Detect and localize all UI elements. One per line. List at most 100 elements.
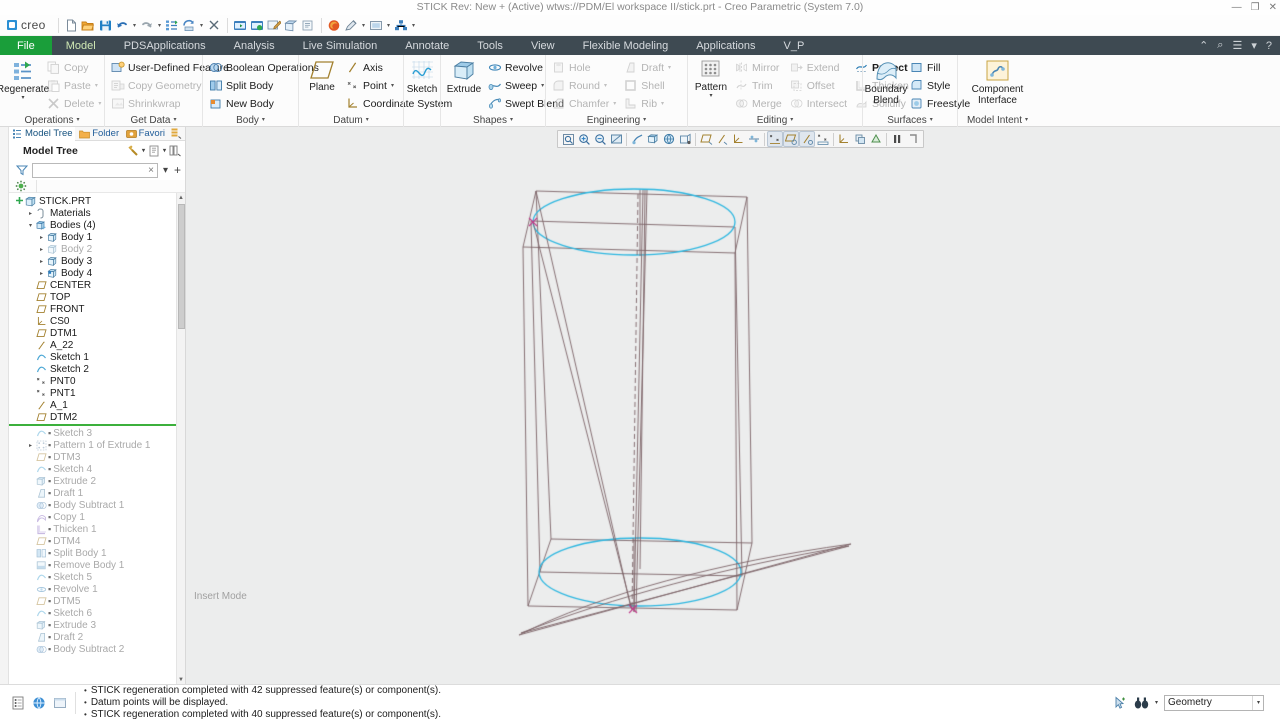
- maximize-button[interactable]: ❐: [1251, 0, 1260, 15]
- tab-file[interactable]: File: [0, 36, 52, 55]
- paste-button[interactable]: Paste ▾: [44, 77, 105, 94]
- tree-row[interactable]: ▸ Body 1: [9, 231, 185, 243]
- tree-row[interactable]: ▪ Extrude 3: [9, 619, 185, 631]
- datum-plane-toggle-icon[interactable]: [767, 131, 783, 147]
- tree-row[interactable]: Sketch 1: [9, 351, 185, 363]
- chamfer-button[interactable]: Chamfer ▾: [549, 95, 620, 112]
- datum-axis-toggle-icon[interactable]: [783, 131, 799, 147]
- tree-row[interactable]: A_1: [9, 399, 185, 411]
- hole-button[interactable]: Hole: [549, 59, 620, 76]
- tree-row[interactable]: ▪ Body Subtract 1: [9, 499, 185, 511]
- tree-row[interactable]: ▾ Bodies (4): [9, 219, 185, 231]
- tree-row[interactable]: ▪ Sketch 3: [9, 427, 185, 439]
- tab-live-simulation[interactable]: Live Simulation: [289, 36, 392, 55]
- pattern-dropdown-icon[interactable]: ▾: [709, 93, 712, 99]
- mirror-button[interactable]: Mirror: [732, 59, 786, 76]
- tree-row[interactable]: ▪ DTM4: [9, 535, 185, 547]
- web-link-icon[interactable]: [31, 695, 46, 710]
- tree-display-icon[interactable]: [147, 144, 161, 158]
- appearance-icon[interactable]: [343, 17, 360, 34]
- tree-row[interactable]: CENTER: [9, 279, 185, 291]
- tree-row[interactable]: ▪ DTM5: [9, 595, 185, 607]
- tab-model[interactable]: Model: [52, 36, 110, 55]
- account-dropdown-icon[interactable]: ▾: [1251, 39, 1257, 52]
- tree-row[interactable]: ▪ DTM3: [9, 451, 185, 463]
- tree-row[interactable]: DTM1: [9, 327, 185, 339]
- copy-button[interactable]: Copy: [44, 59, 105, 76]
- tab-flexible-modeling[interactable]: Flexible Modeling: [569, 36, 683, 55]
- group-title-body[interactable]: Body ▾: [206, 114, 295, 127]
- tree-row[interactable]: ▪ Body Subtract 2: [9, 643, 185, 655]
- pause-icon[interactable]: [889, 131, 905, 147]
- navigator-tab-layers[interactable]: [167, 127, 185, 141]
- tab-applications[interactable]: Applications: [682, 36, 769, 55]
- group-title-get-data[interactable]: Get Data ▾: [108, 114, 199, 127]
- selection-filter-arrow-icon[interactable]: ▾: [1251, 695, 1260, 710]
- add-filter-icon[interactable]: +: [173, 163, 182, 177]
- tree-row[interactable]: ▪ Remove Body 1: [9, 559, 185, 571]
- search-icon[interactable]: ⌕: [1217, 39, 1223, 52]
- tree-expander-icon[interactable]: ▸: [37, 246, 46, 253]
- tab-pdsapplications[interactable]: PDSApplications: [110, 36, 220, 55]
- model-tree-filter-input[interactable]: ×: [32, 162, 158, 178]
- graphics-viewport[interactable]: Insert Mode: [186, 127, 1280, 684]
- help-icon[interactable]: ?: [1266, 40, 1272, 52]
- navigator-tab-favorites[interactable]: Favori: [122, 127, 168, 141]
- tree-expander-icon[interactable]: ▸: [37, 270, 46, 277]
- component-interface-button[interactable]: Component Interface: [962, 58, 1034, 107]
- open-file-icon[interactable]: [80, 17, 97, 34]
- save-icon[interactable]: [97, 17, 114, 34]
- filter-dropdown-icon[interactable]: ▾: [161, 165, 170, 176]
- tree-row[interactable]: ▪ Sketch 4: [9, 463, 185, 475]
- window-switch-icon[interactable]: [232, 17, 249, 34]
- perspective-icon[interactable]: [677, 131, 693, 147]
- layer-display-icon[interactable]: [868, 131, 884, 147]
- datum-display-csys-icon[interactable]: [730, 131, 746, 147]
- repaint-icon[interactable]: [181, 17, 198, 34]
- trim-button[interactable]: Trim: [732, 77, 786, 94]
- sketch-tool-icon[interactable]: [283, 17, 300, 34]
- csys-toggle-icon[interactable]: [815, 131, 831, 147]
- redo-dropdown-icon[interactable]: ▾: [156, 17, 164, 34]
- group-title-model-intent[interactable]: Model Intent ▾: [961, 114, 1034, 127]
- note-icon[interactable]: [300, 17, 317, 34]
- tree-expander-icon[interactable]: ▸: [37, 258, 46, 265]
- spin-center-icon[interactable]: [629, 131, 645, 147]
- annotate-icon[interactable]: [266, 17, 283, 34]
- close-button[interactable]: ✕: [1269, 0, 1277, 15]
- undo-dropdown-icon[interactable]: ▾: [131, 17, 139, 34]
- tree-row[interactable]: PNT1: [9, 387, 185, 399]
- tree-row[interactable]: A_22: [9, 339, 185, 351]
- tab-tools[interactable]: Tools: [463, 36, 517, 55]
- tree-filters-icon[interactable]: [126, 144, 140, 158]
- datum-display-plane-icon[interactable]: [698, 131, 714, 147]
- minimize-button[interactable]: —: [1232, 0, 1242, 15]
- group-title-datum[interactable]: Datum ▾: [302, 114, 400, 127]
- window-activate-icon[interactable]: [249, 17, 266, 34]
- tree-row[interactable]: ▪ Sketch 5: [9, 571, 185, 583]
- scrollbar-thumb[interactable]: [178, 204, 185, 329]
- account-icon[interactable]: ☰: [1232, 39, 1242, 52]
- tree-row[interactable]: ▸ Body 4: [9, 267, 185, 279]
- chamfer-dropdown-icon[interactable]: ▾: [613, 100, 616, 107]
- tree-expander-icon[interactable]: [15, 196, 24, 207]
- boundary-blend-button[interactable]: Boundary Blend: [865, 58, 907, 107]
- tree-display-dropdown-icon[interactable]: ▾: [163, 147, 166, 154]
- round-dropdown-icon[interactable]: ▾: [604, 82, 607, 89]
- stop-icon[interactable]: [905, 131, 921, 147]
- tree-columns-icon[interactable]: [168, 144, 182, 158]
- round-button[interactable]: Round ▾: [549, 77, 620, 94]
- tree-filters-dropdown-icon[interactable]: ▾: [142, 147, 145, 154]
- repaint-icon[interactable]: [608, 131, 624, 147]
- tree-row[interactable]: ▸ Materials: [9, 207, 185, 219]
- qat-customize-icon[interactable]: ▾: [410, 17, 418, 34]
- group-title-editing[interactable]: Editing ▾: [691, 114, 859, 127]
- draft-button[interactable]: Draft ▾: [621, 59, 675, 76]
- view-manager-icon[interactable]: [661, 131, 677, 147]
- shell-button[interactable]: Shell: [621, 77, 675, 94]
- group-title-shapes[interactable]: Shapes ▾: [444, 114, 542, 127]
- tab-analysis[interactable]: Analysis: [220, 36, 289, 55]
- close-window-icon[interactable]: [206, 17, 223, 34]
- zoom-in-icon[interactable]: [576, 131, 592, 147]
- group-title-surfaces[interactable]: Surfaces ▾: [866, 114, 954, 127]
